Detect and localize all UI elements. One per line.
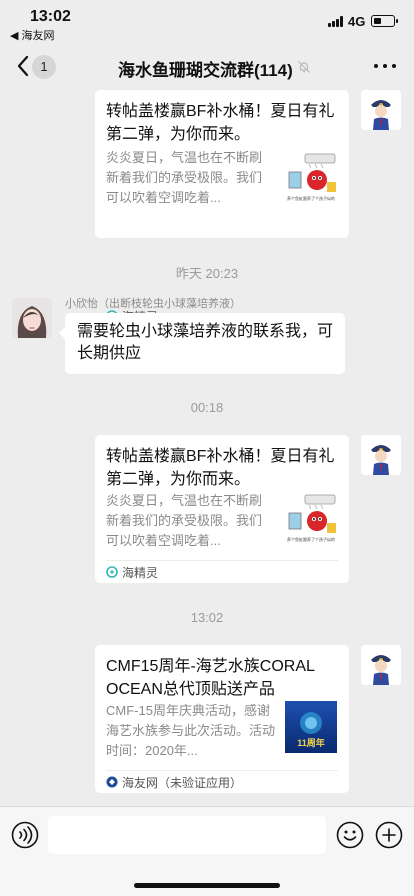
more-options-icon[interactable] [374, 64, 396, 70]
card-thumbnail: 养个鱼缸跟养了个孩子似的 [285, 152, 337, 204]
police-avatar-icon [361, 90, 401, 130]
voice-input-icon[interactable] [11, 821, 39, 849]
shared-article-card[interactable]: 转帖盖楼赢BF补水桶！夏日有礼第二弹，为你而来。 炎炎夏日，气温也在不断刷新着我… [95, 435, 349, 583]
timestamp: 13:02 [190, 610, 224, 625]
source-label: 海友网（未验证应用） [122, 776, 243, 790]
unread-badge[interactable]: 1 [32, 55, 56, 79]
card-title: 转帖盖楼赢BF补水桶！夏日有礼第二弹，为你而来。 [106, 103, 335, 143]
timestamp: 00:18 [190, 400, 224, 415]
status-time: 13:02 [30, 8, 71, 25]
thumbnail-caption: 养个鱼缸跟养了个孩子似的 [287, 196, 335, 201]
card-title: CMF15周年-海艺水族CORAL OCEAN总代顶贴送产品 [106, 658, 315, 698]
card-description: CMF-15周年庆典活动，感谢海艺水族参与此次活动。活动时间：2020年... [106, 703, 276, 758]
shared-article-card[interactable]: 转帖盖楼赢BF补水桶！夏日有礼第二弹，为你而来。 炎炎夏日，气温也在不断刷新着我… [95, 90, 349, 324]
emoji-icon[interactable] [336, 821, 364, 849]
thumbnail-caption: 养个鱼缸跟养了个孩子似的 [287, 537, 335, 542]
message-input[interactable] [48, 816, 326, 854]
chat-title: 海水鱼珊瑚交流群(114) [118, 61, 293, 80]
network-type: 4G [348, 14, 366, 29]
home-indicator[interactable] [134, 883, 280, 888]
app-source-icon [106, 776, 118, 788]
police-avatar-icon [361, 645, 401, 685]
thumbnail-caption: 11周年 [297, 738, 325, 748]
more-actions-plus-icon[interactable] [375, 821, 403, 849]
battery-icon [371, 15, 398, 27]
girl-avatar-icon [12, 298, 52, 338]
message-bubble[interactable]: 需要轮虫小球藻培养液的联系我，可长期供应 [59, 313, 345, 374]
sender-name: 小欣怡（出断枝轮虫小球藻培养液） [65, 298, 241, 310]
mute-bell-icon [298, 61, 310, 73]
status-bar: 13:02 ◀ 海友网 4G [0, 0, 414, 44]
card-description: 炎炎夏日，气温也在不断刷新着我们的承受极限。我们可以吹着空调吃着... [106, 493, 263, 548]
shared-article-card[interactable]: CMF15周年-海艺水族CORAL OCEAN总代顶贴送产品 CMF-15周年庆… [95, 645, 349, 793]
police-avatar-icon [361, 435, 401, 475]
my-avatar[interactable] [361, 90, 401, 130]
signal-icon [328, 16, 344, 27]
my-avatar[interactable] [361, 435, 401, 475]
timestamp: 昨天 20:23 [175, 266, 239, 281]
mini-program-icon [106, 566, 118, 578]
card-thumbnail: 11周年 [285, 701, 337, 753]
my-avatar[interactable] [361, 645, 401, 685]
battery-level [373, 17, 381, 24]
source-label: 海精灵 [122, 566, 159, 580]
card-description: 炎炎夏日，气温也在不断刷新着我们的承受极限。我们可以吹着空调吃着... [106, 150, 263, 205]
nav-bar: 1 海水鱼珊瑚交流群(114) [0, 44, 414, 90]
card-thumbnail: 养个鱼缸跟养了个孩子似的 [285, 493, 337, 545]
back-icon[interactable] [14, 54, 34, 78]
back-to-app-link[interactable]: ◀ 海友网 [10, 27, 55, 43]
sender-avatar[interactable] [12, 298, 52, 338]
card-title: 转帖盖楼赢BF补水桶！夏日有礼第二弹，为你而来。 [106, 448, 335, 488]
